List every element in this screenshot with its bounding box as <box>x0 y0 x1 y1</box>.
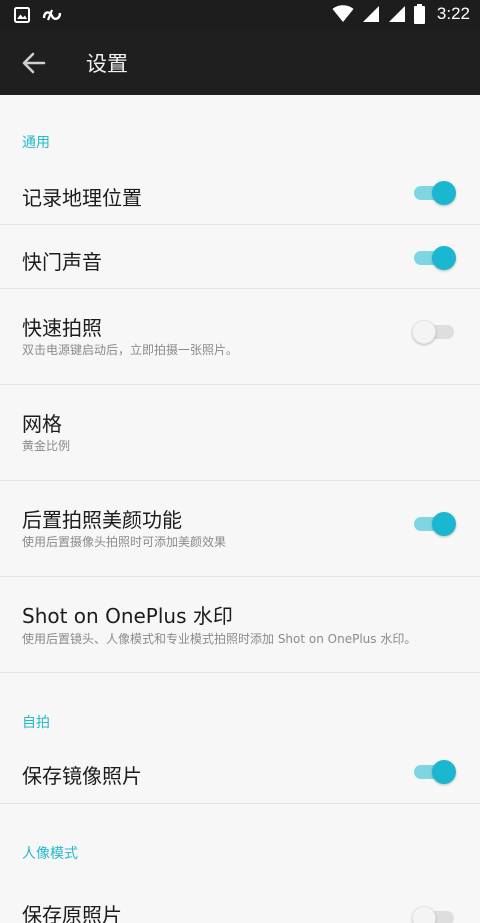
setting-label: 快速拍照 <box>22 316 102 340</box>
page-title: 设置 <box>86 52 128 76</box>
setting-label: 记录地理位置 <box>22 186 142 210</box>
signal-secondary-icon <box>388 6 405 22</box>
mirror-photo-toggle[interactable] <box>412 759 456 785</box>
setting-description: 使用后置镜头、人像模式和专业模式拍照时添加 Shot on OnePlus 水印… <box>22 632 417 646</box>
link-notification-icon <box>42 9 62 21</box>
section-title-selfie: 自拍 <box>22 715 50 731</box>
setting-row-shutter-sound[interactable]: 快门声音 <box>0 225 480 289</box>
setting-row-grid[interactable]: 网格 黄金比例 <box>0 385 480 481</box>
image-notification-icon <box>14 7 30 23</box>
setting-row-quick-capture[interactable]: 快速拍照 双击电源键启动后，立即拍摄一张照片。 <box>0 289 480 384</box>
setting-description: 黄金比例 <box>22 439 71 453</box>
back-arrow-icon[interactable] <box>20 49 48 77</box>
setting-row-location[interactable]: 记录地理位置 <box>0 160 480 224</box>
setting-label: 保存镜像照片 <box>22 764 142 788</box>
signal-icon <box>362 6 379 22</box>
setting-row-save-original[interactable]: 保存原照片 <box>0 875 480 923</box>
section-title-general: 通用 <box>22 135 50 151</box>
setting-label: 网格 <box>22 412 62 436</box>
divider <box>0 672 480 673</box>
setting-label: 快门声音 <box>22 250 102 274</box>
status-time: 3:22 <box>436 4 470 23</box>
setting-label: Shot on OnePlus 水印 <box>22 604 233 628</box>
rear-beauty-toggle[interactable] <box>412 511 456 537</box>
setting-row-watermark[interactable]: Shot on OnePlus 水印 使用后置镜头、人像模式和专业模式拍照时添加… <box>0 577 480 672</box>
setting-row-rear-beauty[interactable]: 后置拍照美颜功能 使用后置摄像头拍照时可添加美颜效果 <box>0 481 480 576</box>
battery-icon <box>413 4 425 24</box>
setting-label: 后置拍照美颜功能 <box>22 508 182 532</box>
wifi-icon <box>332 5 354 22</box>
setting-row-mirror-photo[interactable]: 保存镜像照片 <box>0 740 480 804</box>
section-title-portrait: 人像模式 <box>22 846 78 862</box>
shutter-sound-toggle[interactable] <box>412 245 456 271</box>
quick-capture-toggle[interactable] <box>412 319 456 345</box>
setting-label: 保存原照片 <box>22 903 122 923</box>
app-toolbar: 设置 <box>0 30 480 95</box>
setting-description: 双击电源键启动后，立即拍摄一张照片。 <box>22 343 239 357</box>
divider <box>0 803 480 804</box>
setting-description: 使用后置摄像头拍照时可添加美颜效果 <box>22 535 227 549</box>
status-bar: 3:22 <box>0 0 480 30</box>
save-original-toggle[interactable] <box>412 905 456 923</box>
location-toggle[interactable] <box>412 180 456 206</box>
